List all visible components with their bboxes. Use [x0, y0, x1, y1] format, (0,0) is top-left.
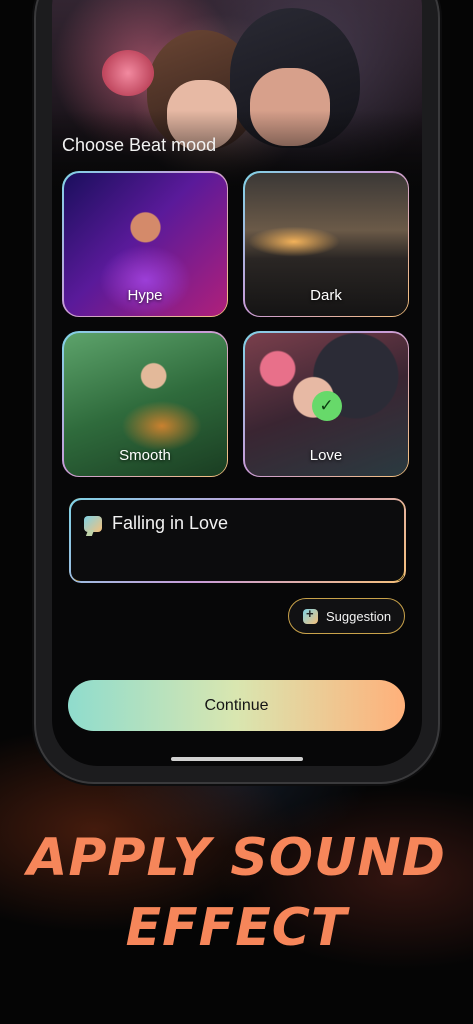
home-indicator[interactable]	[171, 757, 303, 761]
prompt-input-value: Falling in Love	[112, 513, 229, 533]
mood-label: Hype	[127, 286, 163, 304]
mood-image-love: ✓ Love	[244, 332, 408, 476]
check-icon: ✓	[311, 390, 342, 421]
mood-label: Love	[309, 446, 343, 464]
promo-headline-line1: APPLY SOUND	[27, 828, 446, 888]
mood-card-love[interactable]: ✓ Love	[243, 331, 409, 477]
continue-label: Continue	[204, 696, 269, 714]
chat-bubble-icon	[84, 516, 102, 532]
mood-label: Smooth	[119, 446, 171, 464]
mood-card-dark[interactable]: Dark	[243, 171, 409, 317]
mood-label: Dark	[310, 286, 342, 304]
mood-card-hype[interactable]: Hype	[62, 171, 228, 317]
mood-image-hype: Hype	[63, 172, 227, 316]
prompt-input[interactable]: Falling in Love	[69, 498, 405, 582]
hero-artwork	[52, 0, 422, 200]
phone-screen: Choose Beat mood Hype Dark Smooth ✓ Love…	[52, 0, 422, 766]
promo-headline-line2: EFFECT	[125, 898, 348, 958]
sparkle-icon	[303, 606, 318, 624]
continue-button[interactable]: Continue	[68, 680, 405, 731]
suggestion-label: Suggestion	[326, 608, 392, 624]
mood-image-smooth: Smooth	[63, 332, 227, 476]
mood-image-dark: Dark	[244, 172, 408, 316]
mood-card-smooth[interactable]: Smooth	[62, 331, 228, 477]
section-title: Choose Beat mood	[62, 135, 217, 155]
suggestion-button[interactable]: Suggestion	[288, 598, 405, 634]
